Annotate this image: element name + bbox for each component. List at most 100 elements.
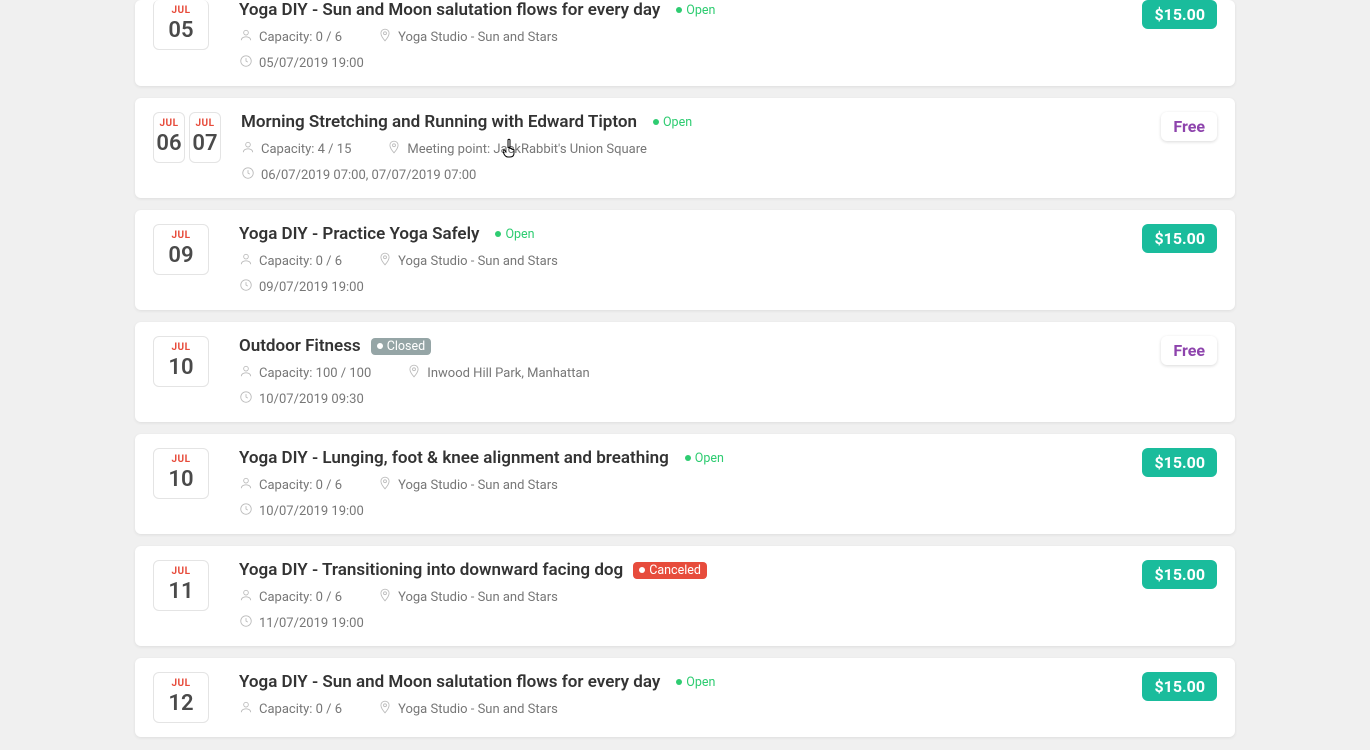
clock-icon (239, 614, 253, 632)
status-dot-icon (676, 679, 682, 685)
price-badge: Free (1161, 112, 1217, 141)
datetime-item: 11/07/2019 19:00 (239, 614, 364, 632)
date-box: JUL 09 (153, 224, 209, 275)
event-title[interactable]: Yoga DIY - Transitioning into downward f… (239, 560, 623, 580)
capacity-text: Capacity: 0 / 6 (259, 478, 342, 493)
title-row: Yoga DIY - Practice Yoga Safely Open (239, 224, 1122, 244)
clock-icon (241, 166, 255, 184)
meta-row: 09/07/2019 19:00 (239, 278, 1122, 296)
status-badge: Open (647, 114, 698, 131)
capacity-item: Capacity: 0 / 6 (239, 252, 342, 270)
date-box: JUL12 (153, 672, 209, 723)
date-day: 07 (190, 131, 220, 156)
status-text: Open (505, 227, 534, 242)
location-text: Yoga Studio - Sun and Stars (398, 254, 558, 269)
datetime-item: 10/07/2019 19:00 (239, 502, 364, 520)
date-day: 11 (154, 579, 208, 604)
date-month: JUL (154, 118, 184, 129)
capacity-text: Capacity: 0 / 6 (259, 254, 342, 269)
status-badge: Open (670, 2, 721, 19)
event-title[interactable]: Morning Stretching and Running with Edwa… (241, 112, 637, 132)
datetime-item: 05/07/2019 19:00 (239, 54, 364, 72)
event-content: Morning Stretching and Running with Edwa… (241, 112, 1141, 184)
event-card[interactable]: JUL06JUL07Morning Stretching and Running… (135, 98, 1235, 198)
price-badge: $15.00 (1142, 448, 1217, 477)
title-row: Yoga DIY - Transitioning into downward f… (239, 560, 1122, 580)
meta-row: Capacity: 0 / 6 Yoga Studio - Sun and Sta… (239, 252, 1122, 270)
status-dot-icon (676, 7, 682, 13)
date-column: JUL06JUL07 (153, 112, 221, 163)
datetime-item: 10/07/2019 09:30 (239, 390, 364, 408)
price-column: Free (1161, 112, 1217, 141)
date-month: JUL (154, 454, 208, 465)
status-text: Open (686, 675, 715, 690)
date-column: JUL12 (153, 672, 219, 723)
meta-row: 06/07/2019 07:00, 07/07/2019 07:00 (241, 166, 1141, 184)
datetime-text: 10/07/2019 09:30 (259, 392, 364, 407)
datetime-text: 09/07/2019 19:00 (259, 280, 364, 295)
price-column: $15.00 (1142, 448, 1217, 477)
status-text: Open (663, 115, 692, 130)
date-month: JUL (154, 230, 208, 241)
date-box: JUL11 (153, 560, 209, 611)
location-text: Yoga Studio - Sun and Stars (398, 702, 558, 717)
price-badge: $15.00 (1142, 0, 1217, 29)
status-badge: Closed (371, 338, 431, 355)
capacity-text: Capacity: 100 / 100 (259, 366, 371, 381)
status-text: Closed (387, 339, 425, 354)
event-content: Yoga DIY - Practice Yoga Safely Open Capac… (239, 224, 1122, 296)
meta-row: 11/07/2019 19:00 (239, 614, 1122, 632)
person-icon (239, 476, 253, 494)
date-month: JUL (154, 342, 208, 353)
clock-icon (239, 390, 253, 408)
meta-row: Capacity: 0 / 6Yoga Studio - Sun and Sta… (239, 28, 1122, 46)
title-row: Morning Stretching and Running with Edwa… (241, 112, 1141, 132)
meta-row: Capacity: 0 / 6Yoga Studio - Sun and Sta… (239, 700, 1122, 718)
meta-row: Capacity: 0 / 6Yoga Studio - Sun and Sta… (239, 588, 1122, 606)
event-card[interactable]: JUL11 Yoga DIY - Transitioning into downw… (135, 546, 1235, 646)
event-content: Outdoor Fitness Closed Capacity: 100 / 100… (239, 336, 1141, 408)
event-card[interactable]: JUL10 Outdoor Fitness Closed Capacity: 100 … (135, 322, 1235, 422)
meta-row: 10/07/2019 19:00 (239, 502, 1122, 520)
status-dot-icon (685, 455, 691, 461)
status-badge: Open (679, 450, 730, 467)
date-day: 10 (154, 467, 208, 492)
date-column: JUL11 (153, 560, 219, 611)
capacity-item: Capacity: 100 / 100 (239, 364, 371, 382)
datetime-text: 10/07/2019 19:00 (259, 504, 364, 519)
person-icon (239, 364, 253, 382)
datetime-item: 06/07/2019 07:00, 07/07/2019 07:00 (241, 166, 476, 184)
date-box: JUL10 (153, 336, 209, 387)
event-card[interactable]: JUL 10 Yoga DIY - Lunging, foot & knee ali… (135, 434, 1235, 534)
person-icon (241, 140, 255, 158)
capacity-item: Capacity: 4 / 15 (241, 140, 351, 158)
date-day: 05 (154, 18, 208, 43)
event-card[interactable]: JUL05 Yoga DIY - Sun and Moon salutation … (135, 0, 1235, 86)
event-title[interactable]: Outdoor Fitness (239, 336, 361, 356)
meta-row: Capacity: 100 / 100 Inwood Hill Park, Man… (239, 364, 1141, 382)
price-badge: $15.00 (1142, 672, 1217, 701)
event-card[interactable]: JUL 09 Yoga DIY - Practice Yoga Safely Open… (135, 210, 1235, 310)
meta-row: 10/07/2019 09:30 (239, 390, 1141, 408)
event-title[interactable]: Yoga DIY - Practice Yoga Safely (239, 224, 479, 244)
price-badge: $15.00 (1142, 560, 1217, 589)
datetime-text: 11/07/2019 19:00 (259, 616, 364, 631)
event-title[interactable]: Yoga DIY - Lunging, foot & knee alignmen… (239, 448, 669, 468)
event-card[interactable]: JUL12 Yoga DIY - Sun and Moon salutation … (135, 658, 1235, 737)
event-title[interactable]: Yoga DIY - Sun and Moon salutation flows… (239, 0, 660, 20)
event-content: Yoga DIY - Transitioning into downward f… (239, 560, 1122, 632)
date-column: JUL 10 (153, 448, 219, 499)
date-day: 12 (154, 691, 208, 716)
event-title[interactable]: Yoga DIY - Sun and Moon salutation flows… (239, 672, 660, 692)
date-column: JUL05 (153, 0, 219, 50)
location-item: Meeting point: JackRabbit's Union Square (387, 140, 646, 158)
date-day: 09 (154, 243, 208, 268)
title-row: Outdoor Fitness Closed (239, 336, 1141, 356)
location-text: Yoga Studio - Sun and Stars (398, 590, 558, 605)
location-text: Inwood Hill Park, Manhattan (427, 366, 589, 381)
pin-icon (407, 364, 421, 382)
meta-row: Capacity: 4 / 15 Meeting point: JackRabbi… (241, 140, 1141, 158)
price-badge: $15.00 (1142, 224, 1217, 253)
person-icon (239, 700, 253, 718)
person-icon (239, 588, 253, 606)
